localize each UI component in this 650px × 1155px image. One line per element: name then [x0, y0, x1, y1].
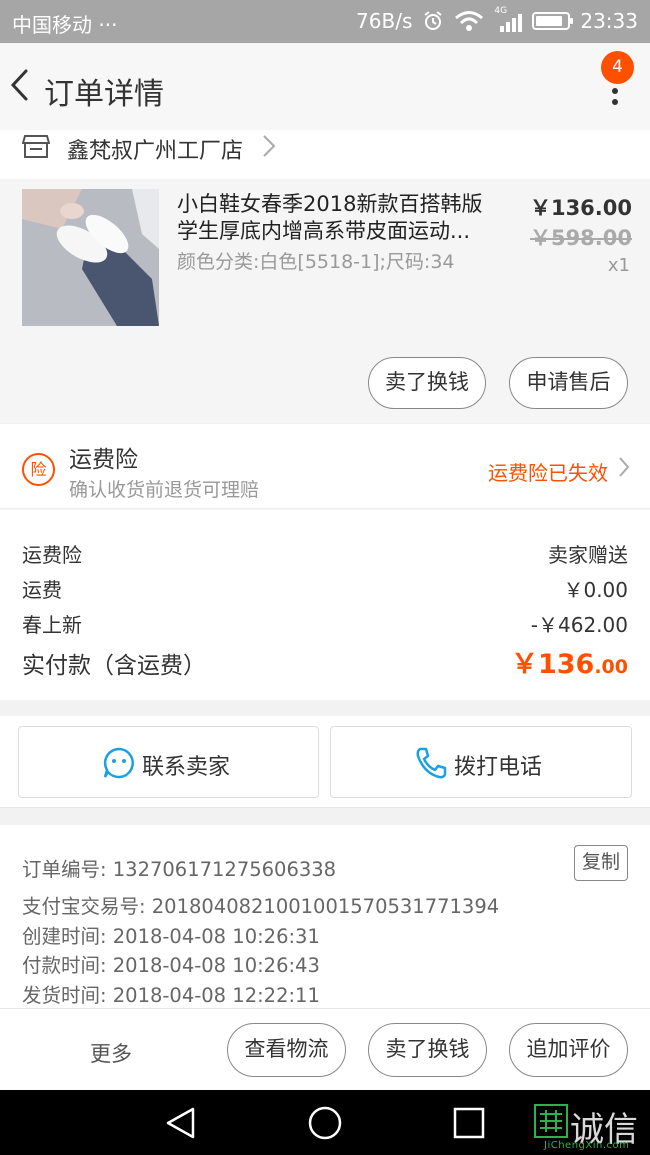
order-number: 订单编号: 132706171275606338	[22, 858, 337, 881]
fee-label: 运费	[22, 578, 62, 602]
watermark-url: JiChengXin.com	[544, 1140, 630, 1151]
created-time: 创建时间: 2018-04-08 10:26:31	[22, 925, 320, 948]
fee-row: 运费险 卖家赠送	[22, 539, 628, 568]
signal-icon	[500, 12, 523, 32]
page-title: 订单详情	[44, 77, 164, 112]
contact-bar: 联系卖家 拨打电话	[0, 716, 650, 808]
phone-icon	[416, 747, 447, 779]
total-amount: ￥136.00	[510, 649, 628, 680]
network-speed: 76B/s	[356, 9, 413, 33]
recents-square-icon[interactable]	[453, 1107, 485, 1139]
product-sku: 颜色分类:白色[5518-1];尺码:34	[177, 251, 455, 273]
watermark-logo: 诚信 JiChengXin.com	[534, 1102, 650, 1155]
fee-summary: 运费险 卖家赠送 运费 ￥0.00 春上新 -￥462.00 实付款（含运费） …	[0, 510, 650, 700]
alarm-icon	[424, 11, 442, 30]
insurance-status: 运费险已失效	[488, 461, 608, 485]
watermark-logo-icon	[534, 1104, 568, 1138]
order-item[interactable]: 小白鞋女春季2018新款百搭韩版 学生厚底内增高系带皮面运动... 颜色分类:白…	[0, 180, 650, 423]
status-bar: 中国移动 ··· 76B/s 4G 23:33	[0, 0, 650, 43]
bottom-action-bar: 更多 查看物流 卖了换钱 追加评价	[0, 1008, 650, 1090]
nav-bar: 订单详情 4	[0, 43, 650, 130]
alipay-trade-number: 支付宝交易号: 2018040821001001570531771394	[22, 895, 500, 918]
fee-row: 运费 ￥0.00	[22, 574, 628, 603]
order-info: 订单编号: 132706171275606338 支付宝交易号: 2018040…	[0, 825, 650, 1008]
fee-row: 春上新 -￥462.00	[22, 609, 628, 638]
original-price: ￥598.00	[529, 226, 632, 250]
product-thumbnail[interactable]	[22, 189, 159, 326]
sell-button[interactable]: 卖了换钱	[368, 1023, 487, 1077]
clock: 23:33	[580, 9, 638, 33]
more-link[interactable]: 更多	[90, 1038, 132, 1068]
product-name-line-2: 学生厚底内增高系带皮面运动...	[177, 219, 471, 243]
store-icon	[22, 135, 50, 158]
product-price: ￥136.00	[529, 196, 632, 220]
insurance-title: 运费险	[69, 447, 138, 473]
fee-label: 春上新	[22, 613, 82, 637]
add-review-button[interactable]: 追加评价	[509, 1023, 628, 1077]
carrier-label: 中国移动 ···	[12, 13, 118, 37]
view-logistics-button[interactable]: 查看物流	[227, 1023, 346, 1077]
fee-label: 运费险	[22, 543, 82, 567]
wifi-icon	[455, 11, 484, 31]
back-triangle-icon[interactable]	[163, 1106, 197, 1140]
product-name-line-1: 小白鞋女春季2018新款百搭韩版	[177, 192, 483, 216]
total-label: 实付款（含运费）	[22, 653, 206, 679]
chat-icon	[103, 747, 134, 779]
insurance-icon: 险	[22, 453, 55, 486]
shipping-insurance-row[interactable]: 险 运费险 确认收货前退货可理赔 运费险已失效	[0, 424, 650, 509]
after-sales-button[interactable]: 申请售后	[509, 357, 628, 409]
fee-value: -￥462.00	[530, 613, 628, 637]
copy-button[interactable]: 复制	[574, 845, 628, 881]
insurance-subtitle: 确认收货前退货可理赔	[69, 479, 260, 501]
battery-icon	[532, 12, 574, 30]
product-name: 小白鞋女春季2018新款百搭韩版 学生厚底内增高系带皮面运动...	[177, 191, 497, 245]
store-row[interactable]: 鑫梵叔广州工厂店	[0, 130, 650, 179]
fee-value: ￥0.00	[563, 578, 628, 602]
back-arrow-icon[interactable]	[6, 65, 36, 105]
home-circle-icon[interactable]	[308, 1106, 342, 1140]
chevron-right-icon	[263, 135, 276, 157]
fee-value: 卖家赠送	[548, 543, 628, 567]
sell-button[interactable]: 卖了换钱	[368, 357, 486, 409]
paid-time: 付款时间: 2018-04-08 10:26:43	[22, 954, 320, 977]
notification-badge: 4	[601, 51, 634, 84]
contact-seller-label: 联系卖家	[142, 755, 231, 780]
call-phone-button[interactable]: 拨打电话	[330, 726, 632, 798]
contact-seller-button[interactable]: 联系卖家	[18, 726, 319, 798]
shipped-time: 发货时间: 2018-04-08 12:22:11	[22, 984, 320, 1007]
chevron-right-icon	[619, 457, 630, 477]
total-row: 实付款（含运费） ￥136.00	[22, 646, 628, 680]
product-quantity: x1	[607, 255, 630, 276]
store-name: 鑫梵叔广州工厂店	[67, 139, 244, 164]
call-phone-label: 拨打电话	[454, 755, 543, 780]
